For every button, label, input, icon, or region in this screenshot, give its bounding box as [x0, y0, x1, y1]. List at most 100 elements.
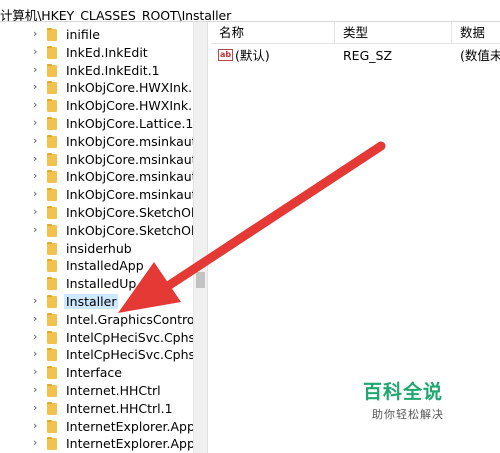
tree-item-label: IntelCpHeciSvc.CphsS: [66, 329, 193, 345]
tree-item-label: InkObjCore.HWXInk.E: [66, 98, 193, 114]
chevron-right-icon[interactable]: ›: [33, 366, 43, 378]
tree-item[interactable]: › Installer: [0, 292, 193, 310]
chevron-right-icon[interactable]: ›: [33, 295, 43, 307]
values-header: 名称 类型 数据: [211, 22, 500, 44]
folder-icon: [47, 206, 57, 219]
tree-item[interactable]: › Internet.HHCtrl: [0, 381, 193, 399]
tree-item-label: IntelCpHeciSvc.CphsS: [66, 347, 193, 363]
tree-item[interactable]: › InkObjCore.msinkaut.I: [0, 185, 193, 203]
tree-item-label: Interface: [66, 365, 122, 381]
tree-item[interactable]: › InkObjCore.SketchOb: [0, 203, 193, 221]
folder-icon: [47, 419, 57, 433]
folder-icon: [47, 330, 57, 344]
watermark-title: 百科全说: [363, 381, 444, 403]
folder-icon: [47, 152, 57, 166]
registry-editor-window: 计算机\HKEY_CLASSES_ROOT\Installer › inifile…: [0, 0, 500, 453]
folder-icon: [47, 170, 57, 184]
chevron-right-icon[interactable]: ›: [33, 384, 43, 396]
folder-icon: [47, 81, 57, 95]
folder-icon: [47, 348, 57, 362]
tree-item-label: InkObjCore.HWXInk.E: [66, 80, 193, 96]
tree-item[interactable]: › InkEd.InkEdit: [0, 43, 193, 61]
column-header-type[interactable]: 类型: [335, 22, 452, 44]
tree-item-label: Internet.HHCtrl.1: [66, 400, 173, 416]
tree-item[interactable]: › IntelCpHeciSvc.CphsS: [0, 345, 193, 363]
tree-item[interactable]: › InkObjCore.SketchOb: [0, 221, 193, 239]
folder-icon: [47, 437, 57, 451]
chevron-right-icon[interactable]: ›: [33, 134, 43, 147]
folder-icon: [47, 117, 57, 130]
tree-scroll-thumb[interactable]: [196, 272, 205, 288]
tree-item-label: InkEd.InkEdit: [66, 44, 148, 60]
tree-item[interactable]: › Internet.HHCtrl.1: [0, 399, 193, 417]
tree-item[interactable]: › InkObjCore.msinkaut.I: [0, 132, 193, 150]
tree-item[interactable]: › InternetExplorer.Appl: [0, 434, 193, 452]
tree-item-label: InkObjCore.SketchOb: [66, 222, 193, 238]
folder-icon: [47, 63, 57, 77]
tree-item[interactable]: InstalledUp: [0, 274, 193, 292]
folder-icon: [47, 259, 57, 273]
tree-item[interactable]: › InkObjCore.msinkaut.I: [0, 150, 193, 168]
registry-tree[interactable]: › inifile › InkEd.InkEdit › InkEd.InkEdit.1 › I…: [0, 22, 193, 453]
chevron-right-icon[interactable]: ›: [33, 437, 43, 449]
tree-item-label: InstalledApp: [66, 258, 144, 274]
address-path: 计算机\HKEY_CLASSES_ROOT\Installer: [0, 8, 232, 22]
tree-scrollbar[interactable]: [193, 22, 207, 453]
address-bar[interactable]: 计算机\HKEY_CLASSES_ROOT\Installer: [0, 0, 500, 22]
chevron-right-icon[interactable]: ›: [33, 223, 43, 236]
folder-icon: [47, 28, 57, 41]
chevron-right-icon[interactable]: ›: [33, 419, 43, 432]
chevron-right-icon[interactable]: ›: [33, 152, 43, 165]
tree-item-label: InternetExplorer.Appl: [66, 436, 193, 452]
tree-item-label: InkEd.InkEdit.1: [66, 62, 160, 78]
tree-item[interactable]: › InkObjCore.HWXInk.E: [0, 78, 193, 96]
tree-item[interactable]: › InternetExplorer.Appl: [0, 417, 193, 435]
column-header-name[interactable]: 名称: [211, 22, 335, 44]
chevron-right-icon[interactable]: ›: [33, 63, 43, 76]
folder-icon: [47, 223, 57, 237]
chevron-right-icon[interactable]: ›: [33, 312, 43, 325]
tree-item[interactable]: › IntelCpHeciSvc.CphsS: [0, 328, 193, 346]
chevron-right-icon[interactable]: ›: [33, 45, 43, 58]
chevron-right-icon[interactable]: ›: [33, 117, 43, 129]
tree-item-label: InstalledUp: [66, 276, 137, 292]
tree-item-label: Internet.HHCtrl: [66, 383, 161, 398]
chevron-right-icon[interactable]: ›: [33, 28, 43, 40]
tree-item-label: InkObjCore.SketchOb: [66, 205, 193, 220]
tree-item[interactable]: › Interface: [0, 363, 193, 381]
chevron-right-icon[interactable]: ›: [33, 330, 43, 343]
chevron-right-icon[interactable]: ›: [33, 206, 43, 218]
tree-item[interactable]: › inifile: [0, 25, 193, 43]
tree-item[interactable]: insiderhub: [0, 239, 193, 257]
tree-item[interactable]: › Intel.GraphicsControll: [0, 310, 193, 328]
chevron-right-icon[interactable]: ›: [33, 170, 43, 182]
tree-item[interactable]: › InkEd.InkEdit.1: [0, 61, 193, 79]
tree-item[interactable]: InstalledApp: [0, 256, 193, 274]
value-row[interactable]: ab (默认) REG_SZ (数值未设置): [211, 46, 500, 66]
tree-item[interactable]: › InkObjCore.HWXInk.E: [0, 96, 193, 114]
folder-icon: [47, 277, 57, 291]
tree-item[interactable]: › InkObjCore.Lattice.1: [0, 114, 193, 132]
chevron-right-icon[interactable]: ›: [33, 99, 43, 111]
folder-icon: [47, 45, 57, 59]
chevron-right-icon[interactable]: ›: [33, 81, 43, 93]
column-header-data[interactable]: 数据: [452, 22, 500, 44]
chevron-right-icon[interactable]: ›: [33, 188, 43, 200]
tree-item[interactable]: › InkObjCore.msinkaut.I: [0, 167, 193, 185]
value-type: REG_SZ: [343, 48, 393, 63]
chevron-right-icon[interactable]: ›: [33, 348, 43, 360]
tree-item-label: Intel.GraphicsControll: [66, 311, 193, 327]
watermark-subtitle: 助你轻松解决: [372, 408, 444, 421]
folder-icon: [47, 312, 57, 326]
value-name: (默认): [235, 48, 270, 63]
tree-item-label: InternetExplorer.Appl: [66, 418, 193, 434]
tree-item-label: insiderhub: [66, 240, 132, 256]
tree-item-label: inifile: [66, 27, 100, 42]
folder-icon: [47, 134, 57, 148]
value-data: (数值未设置): [460, 48, 500, 63]
string-value-icon: ab: [218, 49, 233, 61]
tree-item-label: InkObjCore.msinkaut.I: [66, 169, 193, 185]
chevron-right-icon[interactable]: ›: [33, 401, 43, 414]
folder-icon: [47, 295, 57, 308]
folder-icon: [47, 384, 57, 397]
